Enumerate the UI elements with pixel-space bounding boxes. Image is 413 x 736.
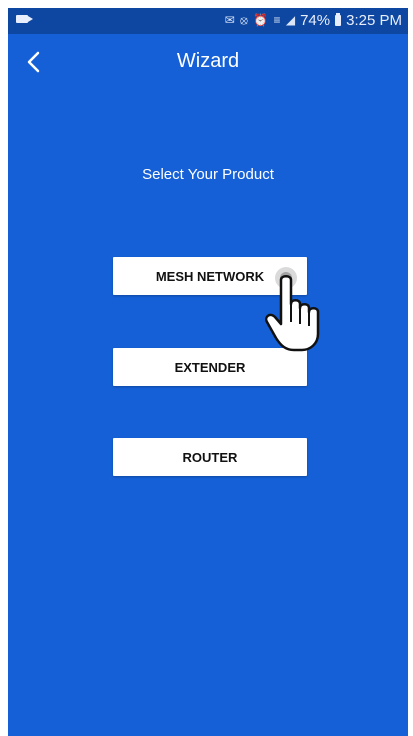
battery-icon (335, 13, 342, 26)
page-title: Wizard (176, 50, 240, 72)
hand-pointer-icon (265, 267, 320, 352)
phone-screen: ✉ ⦻ ⏰ ≡ ◢ 74% 3:25 PM Wizard Select Your… (8, 8, 408, 736)
status-indicators: ✉ ⦻ ⏰ ≡ ◢ 74% 3:25 PM (225, 12, 402, 29)
battery-percent: 74% (300, 12, 331, 29)
router-button[interactable]: ROUTER (113, 438, 307, 476)
video-camera-icon (16, 15, 33, 23)
clock: 3:25 PM (346, 12, 402, 29)
select-product-prompt: Select Your Product (142, 166, 274, 183)
status-bar: ✉ ⦻ ⏰ ≡ ◢ 74% 3:25 PM (8, 8, 408, 34)
status-icons: ✉ ⦻ ⏰ ≡ ◢ (224, 13, 297, 27)
app-bar: Wizard (8, 34, 408, 90)
top-strip (0, 0, 413, 8)
